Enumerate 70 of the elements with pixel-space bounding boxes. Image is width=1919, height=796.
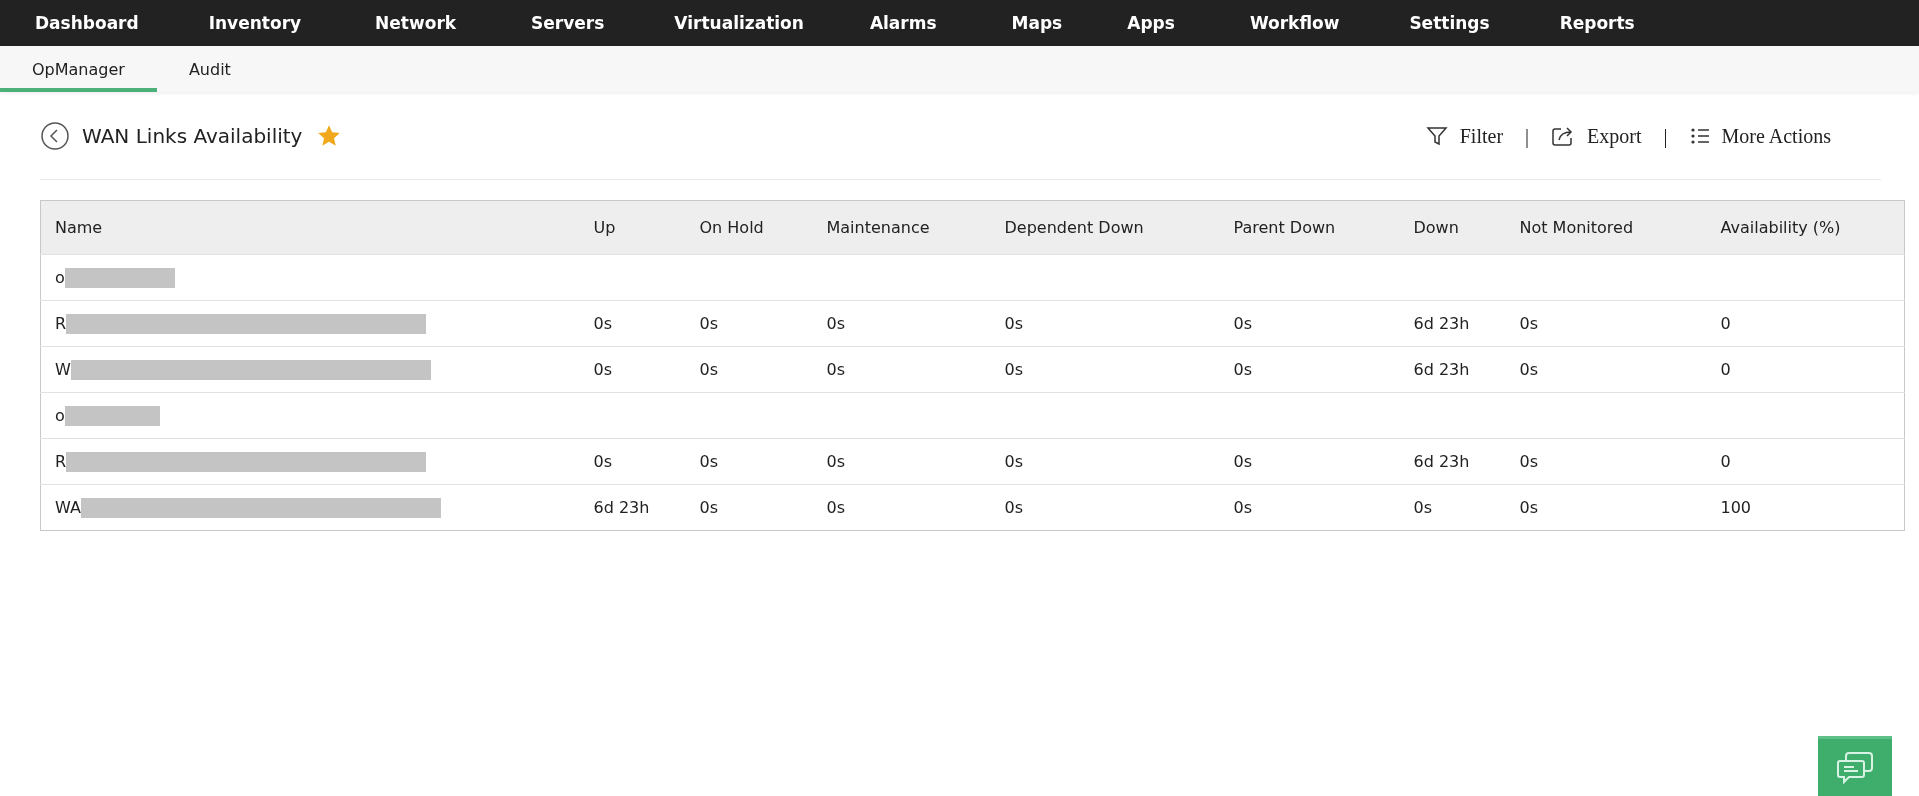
chat-button[interactable] <box>1818 736 1892 796</box>
table-cell: 0s <box>1399 484 1506 531</box>
table-cell: 0s <box>579 438 686 485</box>
table-cell: 0s <box>990 300 1220 347</box>
nav-link-item[interactable]: Servers <box>531 2 605 44</box>
table-cell: 0s <box>990 346 1220 393</box>
nav-link-item[interactable]: Virtualization <box>674 2 804 44</box>
row-name: R <box>55 451 67 471</box>
nav-link-item[interactable]: Inventory <box>208 2 302 44</box>
nav-link-item[interactable]: Workflow <box>1249 2 1340 44</box>
table-cell: 0s <box>1219 438 1400 485</box>
table-cell: 0s <box>1219 346 1400 393</box>
table-cell: 0s <box>812 346 991 393</box>
filter-icon <box>1425 124 1448 147</box>
table-cell: 0s <box>685 484 813 531</box>
nav-link-item[interactable]: Dashboard <box>35 2 139 44</box>
column-header: Down <box>1399 200 1506 255</box>
nav-link-item[interactable]: Alarms <box>869 2 937 44</box>
column-header: Not Monitored <box>1505 200 1707 255</box>
table-cell: 0s <box>812 438 991 485</box>
page-title: WAN Links Availability <box>82 122 303 150</box>
chat-icon <box>1836 750 1874 785</box>
table-cell: 0s <box>579 300 686 347</box>
table-cell: 0 <box>1706 300 1905 347</box>
column-header: Up <box>579 200 686 255</box>
column-header: Maintenance <box>812 200 991 255</box>
table-cell: 0 <box>1706 346 1905 393</box>
table-cell: 0s <box>685 438 813 485</box>
column-header: Name <box>40 200 580 255</box>
back-icon[interactable] <box>40 120 70 151</box>
table-cell: 0s <box>812 484 991 531</box>
table-cell: 6d 23h <box>1399 300 1506 347</box>
column-header: Availability (%) <box>1706 200 1905 255</box>
row-name: WA <box>55 497 81 517</box>
table-cell: 0s <box>1505 484 1707 531</box>
tab[interactable]: OpManager <box>0 46 157 92</box>
table-cell: 0s <box>685 300 813 347</box>
separator: | <box>1663 123 1668 150</box>
nav-link-item[interactable]: Network <box>375 2 457 44</box>
export-button[interactable]: Export <box>1551 120 1642 151</box>
table-cell: 0s <box>812 300 991 347</box>
more-button[interactable]: More Actions <box>1689 120 1831 151</box>
table-cell: 0s <box>1505 438 1707 485</box>
nav-link-item[interactable]: Reports <box>1559 2 1635 44</box>
table-cell: 6d 23h <box>1399 346 1506 393</box>
row-name: R <box>55 313 67 333</box>
table-cell: 0s <box>990 438 1220 485</box>
tab[interactable]: Audit <box>156 46 263 92</box>
table-cell: 6d 23h <box>1399 438 1506 485</box>
row-name: o <box>55 405 65 425</box>
filter-button[interactable]: Filter <box>1425 120 1504 151</box>
table-cell: 0s <box>1219 484 1400 531</box>
row-name: W <box>55 359 71 379</box>
row-name: o <box>55 267 65 287</box>
table-cell: 0s <box>1505 300 1707 347</box>
column-header: On Hold <box>685 200 813 255</box>
column-header: Parent Down <box>1219 200 1400 255</box>
table-cell: 0s <box>1219 300 1400 347</box>
table-cell: 0 <box>1706 438 1905 485</box>
table-cell: 0s <box>685 346 813 393</box>
nav-link-item[interactable]: Maps <box>1011 2 1063 44</box>
separator: | <box>1525 123 1530 150</box>
table-cell: 0s <box>990 484 1220 531</box>
nav-link-item[interactable]: Settings <box>1409 2 1490 44</box>
table-cell: 0s <box>579 346 686 393</box>
table-cell: 0s <box>1505 346 1707 393</box>
table-cell: 100 <box>1706 484 1905 531</box>
nav-link-item[interactable]: Apps <box>1127 2 1175 44</box>
column-header: Dependent Down <box>990 200 1220 255</box>
table-cell: 6d 23h <box>579 484 686 531</box>
